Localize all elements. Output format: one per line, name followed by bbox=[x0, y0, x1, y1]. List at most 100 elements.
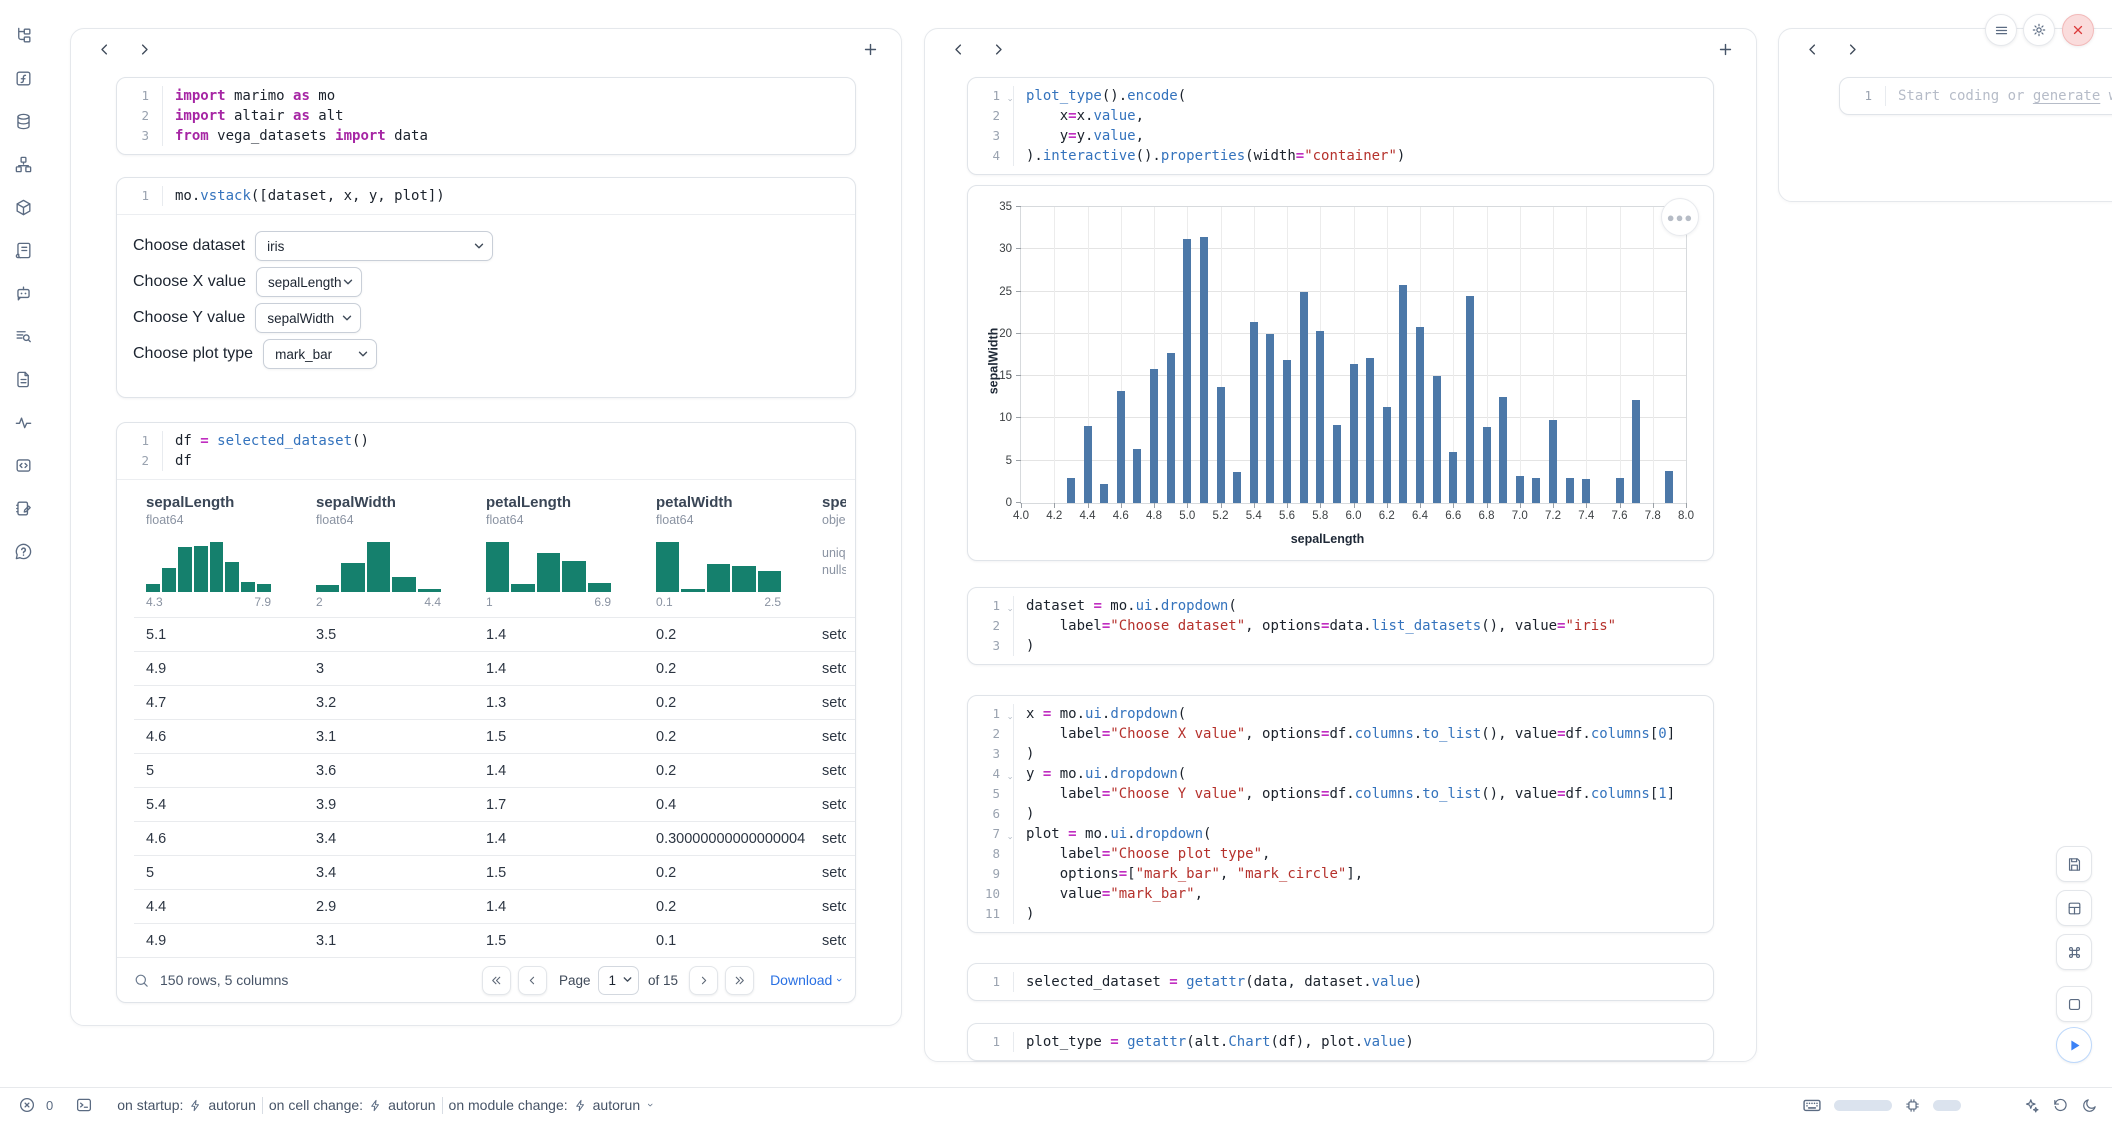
code-editor-df[interactable]: 1df = selected_dataset()2df bbox=[117, 423, 855, 480]
layout-grid-button[interactable] bbox=[2056, 890, 2092, 926]
prev-page-button[interactable] bbox=[518, 966, 547, 995]
code-editor-chart[interactable]: 1›plot_type().encode(2 x=x.value,3 y=y.v… bbox=[968, 78, 1713, 174]
code-editor-imports[interactable]: 1import marimo as mo2import altair as al… bbox=[117, 78, 855, 154]
chart-bar[interactable] bbox=[1466, 296, 1474, 503]
help-icon[interactable] bbox=[11, 538, 37, 564]
column-header-sepalLength[interactable]: sepalLengthfloat644.37.9 bbox=[134, 494, 304, 617]
column-prev-icon[interactable] bbox=[1799, 36, 1825, 62]
chat-bot-icon[interactable] bbox=[11, 280, 37, 306]
code-snippets-icon[interactable] bbox=[11, 452, 37, 478]
table-row[interactable]: 4.63.41.40.30000000000000004setosa bbox=[134, 821, 855, 855]
table-row[interactable]: 4.931.40.2setosa bbox=[134, 651, 855, 685]
add-column-icon[interactable] bbox=[857, 36, 883, 62]
chart-bar[interactable] bbox=[1183, 239, 1191, 503]
table-row[interactable]: 4.93.11.50.1setosa bbox=[134, 923, 855, 957]
chart-bar[interactable] bbox=[1333, 425, 1341, 503]
first-page-button[interactable] bbox=[482, 966, 511, 995]
chart-bar[interactable] bbox=[1516, 476, 1524, 503]
package-icon[interactable] bbox=[11, 194, 37, 220]
table-row[interactable]: 5.13.51.40.2setosa bbox=[134, 617, 855, 651]
chart-bar[interactable] bbox=[1200, 237, 1208, 503]
column-prev-icon[interactable] bbox=[945, 36, 971, 62]
table-row[interactable]: 53.61.40.2setosa bbox=[134, 753, 855, 787]
dropdown-choose-y-value[interactable]: sepalWidth bbox=[255, 303, 361, 333]
generate-with-ai-link[interactable]: generate bbox=[2033, 88, 2100, 104]
chart-bar[interactable] bbox=[1233, 472, 1241, 503]
download-button[interactable]: Download› bbox=[770, 972, 841, 988]
runtime-config-0[interactable]: on startup:autorun bbox=[117, 1097, 256, 1113]
chart-bar[interactable] bbox=[1416, 327, 1424, 503]
dropdown-choose-dataset[interactable]: iris bbox=[255, 231, 493, 261]
ai-sparkles-icon[interactable] bbox=[2023, 1097, 2040, 1114]
chart-bar[interactable] bbox=[1117, 391, 1125, 503]
column-header-petalWidth[interactable]: petalWidthfloat640.12.5 bbox=[644, 494, 810, 617]
chart-bar[interactable] bbox=[1383, 407, 1391, 503]
chart-menu-button[interactable]: ●●● bbox=[1661, 198, 1699, 236]
code-editor-xyplot[interactable]: 1›x = mo.ui.dropdown(2 label="Choose X v… bbox=[968, 696, 1713, 932]
table-row[interactable]: 53.41.50.2setosa bbox=[134, 855, 855, 889]
chart-bar[interactable] bbox=[1532, 478, 1540, 503]
code-editor-dataset[interactable]: 1›dataset = mo.ui.dropdown(2 label="Choo… bbox=[968, 588, 1713, 664]
notebook-menu-button[interactable] bbox=[1985, 14, 2017, 46]
logs-search-icon[interactable] bbox=[11, 323, 37, 349]
chart-bar[interactable] bbox=[1350, 364, 1358, 503]
table-row[interactable]: 4.73.21.30.2setosa bbox=[134, 685, 855, 719]
chart-bar[interactable] bbox=[1499, 397, 1507, 503]
save-button[interactable] bbox=[2056, 846, 2092, 882]
column-header-species[interactable]: speciesobjectuniquenulls: bbox=[810, 494, 846, 617]
table-row[interactable]: 5.43.91.70.4setosa bbox=[134, 787, 855, 821]
column-prev-icon[interactable] bbox=[91, 36, 117, 62]
column-next-icon[interactable] bbox=[1839, 36, 1865, 62]
chart-bar[interactable] bbox=[1616, 478, 1624, 503]
code-editor-empty[interactable]: 1 Start coding or generate with AI bbox=[1840, 78, 2112, 114]
next-page-button[interactable] bbox=[689, 966, 718, 995]
chart-bar[interactable] bbox=[1582, 479, 1590, 503]
dependency-graph-icon[interactable] bbox=[11, 151, 37, 177]
search-icon[interactable] bbox=[133, 972, 150, 989]
minimap-button[interactable] bbox=[2056, 986, 2092, 1022]
memory-usage-bar[interactable] bbox=[1834, 1100, 1892, 1111]
chart-bar[interactable] bbox=[1366, 358, 1374, 503]
code-editor-selected[interactable]: 1selected_dataset = getattr(data, datase… bbox=[968, 964, 1713, 1000]
chart-bar[interactable] bbox=[1150, 369, 1158, 503]
chart-bar[interactable] bbox=[1100, 484, 1108, 503]
scroll-icon[interactable] bbox=[11, 237, 37, 263]
chart-bar[interactable] bbox=[1399, 285, 1407, 503]
theme-moon-icon[interactable] bbox=[2081, 1097, 2098, 1114]
chart-bar[interactable] bbox=[1665, 471, 1673, 503]
chart-bar[interactable] bbox=[1483, 427, 1491, 503]
chart-bar[interactable] bbox=[1449, 452, 1457, 503]
chart-bar[interactable] bbox=[1316, 331, 1324, 503]
runtime-config-1[interactable]: on cell change:autorun bbox=[269, 1097, 436, 1113]
chart-bar[interactable] bbox=[1300, 292, 1308, 503]
chart-bar[interactable] bbox=[1549, 420, 1557, 503]
column-next-icon[interactable] bbox=[131, 36, 157, 62]
dropdown-choose-x-value[interactable]: sepalLength bbox=[256, 267, 362, 297]
function-square-icon[interactable] bbox=[11, 65, 37, 91]
column-next-icon[interactable] bbox=[985, 36, 1011, 62]
file-tree-icon[interactable] bbox=[11, 22, 37, 48]
settings-button[interactable] bbox=[2023, 14, 2055, 46]
chart-bar[interactable] bbox=[1167, 353, 1175, 503]
table-row[interactable]: 4.42.91.40.2setosa bbox=[134, 889, 855, 923]
keyboard-shortcuts-icon[interactable] bbox=[1802, 1095, 1822, 1115]
chart-bar[interactable] bbox=[1632, 400, 1640, 503]
chart-bar[interactable] bbox=[1067, 478, 1075, 503]
database-icon[interactable] bbox=[11, 108, 37, 134]
column-header-petalLength[interactable]: petalLengthfloat6416.9 bbox=[474, 494, 644, 617]
chart-bar[interactable] bbox=[1217, 387, 1225, 503]
chart-bar[interactable] bbox=[1133, 449, 1141, 503]
chart-bar[interactable] bbox=[1566, 478, 1574, 503]
scratchpad-icon[interactable] bbox=[11, 495, 37, 521]
cpu-chip-icon[interactable] bbox=[1904, 1097, 1921, 1114]
add-column-icon[interactable] bbox=[1712, 36, 1738, 62]
code-editor-vstack[interactable]: 1mo.vstack([dataset, x, y, plot]) bbox=[117, 178, 855, 215]
last-page-button[interactable] bbox=[725, 966, 754, 995]
shutdown-button[interactable] bbox=[2062, 14, 2094, 46]
document-icon[interactable] bbox=[11, 366, 37, 392]
cpu-usage-bar[interactable] bbox=[1933, 1100, 1961, 1111]
activity-icon[interactable] bbox=[11, 409, 37, 435]
chart-bar[interactable] bbox=[1433, 376, 1441, 503]
restart-icon[interactable] bbox=[2052, 1097, 2069, 1114]
column-header-sepalWidth[interactable]: sepalWidthfloat6424.4 bbox=[304, 494, 474, 617]
